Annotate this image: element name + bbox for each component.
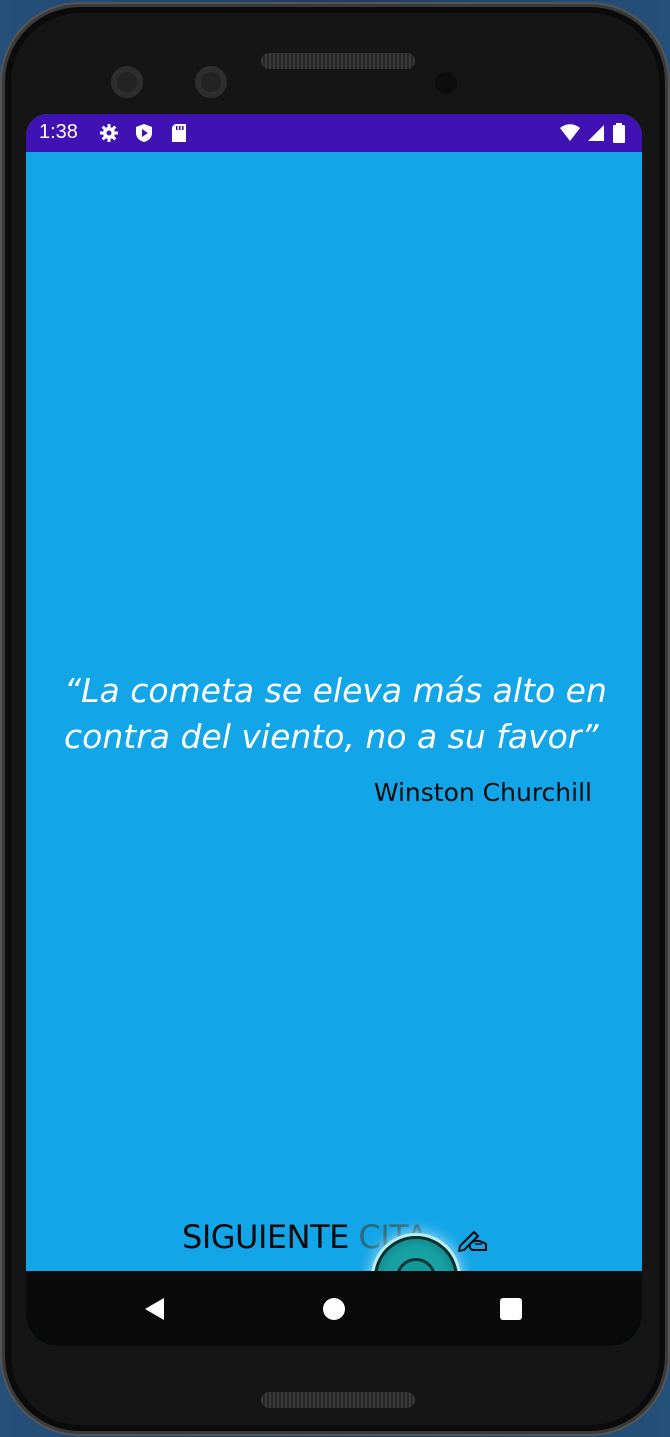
writing-hand-icon[interactable]: [456, 1222, 488, 1254]
sd-card-icon: [172, 124, 186, 142]
front-camera-left: [111, 66, 143, 98]
earpiece-speaker: [261, 53, 415, 69]
home-icon[interactable]: [323, 1298, 345, 1320]
quote-screen: “La cometa se eleva más alto en contra d…: [26, 152, 642, 1320]
wifi-icon: [560, 124, 580, 141]
next-quote-label-part1: SIGUIENTE: [182, 1218, 359, 1256]
navigation-bar: [26, 1271, 642, 1346]
recents-icon[interactable]: [500, 1298, 522, 1320]
bottom-speaker: [261, 1392, 415, 1408]
status-time: 1:38: [39, 121, 78, 143]
shield-play-icon: [136, 124, 152, 142]
battery-icon: [613, 123, 625, 143]
back-icon[interactable]: [142, 1296, 168, 1322]
phone-screen: 1:38 “La cometa se eleva más alto en con…: [26, 114, 642, 1346]
proximity-sensor: [435, 72, 457, 94]
signal-icon: [588, 125, 604, 141]
quote-text: “La cometa se eleva más alto en contra d…: [64, 671, 607, 756]
front-camera-right: [195, 66, 227, 98]
status-bar: 1:38: [26, 114, 642, 152]
gear-icon: [100, 124, 118, 142]
quote-author: Winston Churchill: [373, 778, 592, 807]
